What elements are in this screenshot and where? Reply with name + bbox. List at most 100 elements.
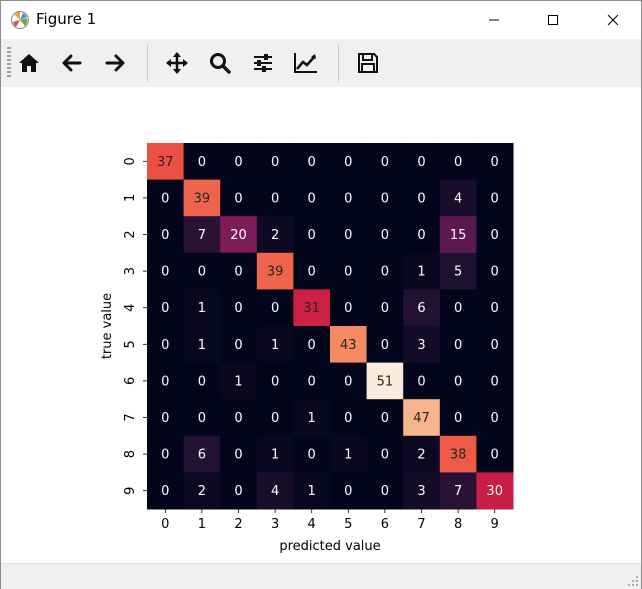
cell-annotation: 0 [381, 301, 389, 316]
arrow-left-icon [62, 54, 82, 72]
cell-annotation: 37 [157, 155, 174, 170]
x-tick-label: 3 [271, 517, 279, 532]
cell-annotation: 47 [413, 411, 430, 426]
cell-annotation: 4 [454, 191, 462, 206]
cell-annotation: 1 [308, 411, 316, 426]
cell-annotation: 0 [491, 374, 499, 389]
x-tick-label: 9 [491, 517, 499, 532]
cell-annotation: 0 [161, 374, 169, 389]
cell-annotation: 0 [491, 448, 499, 463]
minimize-icon [489, 19, 499, 21]
cell-annotation: 0 [308, 338, 316, 353]
cell-annotation: 0 [234, 411, 242, 426]
cell-annotation: 0 [454, 338, 462, 353]
y-tick-label: 3 [123, 267, 138, 275]
cell-annotation: 0 [417, 374, 425, 389]
cell-annotation: 0 [234, 484, 242, 499]
cell-annotation: 1 [417, 265, 425, 280]
cell-annotation: 39 [267, 265, 284, 280]
cell-annotation: 0 [344, 191, 352, 206]
maximize-button[interactable] [530, 1, 576, 39]
cell-annotation: 0 [381, 228, 389, 243]
cell-annotation: 0 [271, 411, 279, 426]
cell-annotation: 0 [454, 301, 462, 316]
cell-annotation: 3 [417, 338, 425, 353]
y-tick-label: 4 [123, 304, 138, 312]
cell-annotation: 2 [417, 448, 425, 463]
cell-annotation: 0 [381, 265, 389, 280]
cell-annotation: 0 [344, 484, 352, 499]
cell-annotation: 2 [198, 484, 206, 499]
cell-annotation: 43 [340, 338, 357, 353]
cell-annotation: 0 [271, 191, 279, 206]
arrow-right-icon [105, 54, 125, 72]
x-tick-label: 8 [454, 517, 462, 532]
cell-annotation: 30 [486, 484, 503, 499]
cell-annotation: 1 [198, 338, 206, 353]
cell-annotation: 0 [454, 374, 462, 389]
cell-annotation: 0 [271, 155, 279, 170]
cell-annotation: 1 [308, 484, 316, 499]
resize-grip-icon[interactable] [627, 575, 639, 587]
cell-annotation: 5 [454, 265, 462, 280]
close-button[interactable] [590, 1, 636, 39]
cell-annotation: 0 [491, 265, 499, 280]
cell-annotation: 0 [234, 338, 242, 353]
cell-annotation: 0 [344, 301, 352, 316]
zoom-button[interactable] [204, 47, 236, 79]
minimize-button[interactable] [471, 1, 517, 39]
toolbar-grip[interactable] [7, 47, 11, 79]
cell-annotation: 0 [308, 155, 316, 170]
cell-annotation: 0 [491, 155, 499, 170]
cell-annotation: 0 [417, 191, 425, 206]
cell-annotation: 31 [303, 301, 320, 316]
toolbar-separator [147, 44, 148, 82]
cell-annotation: 4 [271, 484, 279, 499]
cell-annotation: 0 [381, 411, 389, 426]
cell-annotation: 1 [198, 301, 206, 316]
home-button[interactable] [13, 47, 45, 79]
save-button[interactable] [352, 47, 384, 79]
cell-annotation: 0 [308, 374, 316, 389]
cell-annotation: 0 [308, 265, 316, 280]
cell-annotation: 0 [161, 265, 169, 280]
cell-annotation: 6 [417, 301, 425, 316]
cell-annotation: 0 [198, 374, 206, 389]
status-bar [1, 563, 641, 589]
cell-annotation: 0 [234, 448, 242, 463]
cell-annotation: 0 [491, 301, 499, 316]
cell-annotation: 0 [161, 228, 169, 243]
title-bar: Figure 1 [1, 1, 641, 39]
toolbar-separator [338, 44, 339, 82]
forward-button[interactable] [99, 47, 131, 79]
cell-annotation: 1 [271, 448, 279, 463]
y-axis-label: true value [100, 293, 115, 359]
edit-axes-button[interactable] [290, 47, 322, 79]
back-button[interactable] [56, 47, 88, 79]
cell-annotation: 20 [230, 228, 247, 243]
cell-annotation: 0 [161, 484, 169, 499]
close-icon [607, 14, 619, 26]
cell-annotation: 0 [234, 301, 242, 316]
sliders-icon [254, 54, 272, 72]
cell-annotation: 0 [161, 411, 169, 426]
configure-subplots-button[interactable] [247, 47, 279, 79]
y-tick-label: 7 [123, 413, 138, 421]
cell-annotation: 0 [161, 338, 169, 353]
floppy-disk-icon [358, 53, 378, 73]
confusion-matrix-heatmap: 37 0 0 0 0 0 0 0 0 00 39 0 0 0 0 0 0 4 00 7 20 2 0 0 0 0 15 00 0 0 39 0… [100, 143, 514, 554]
cell-annotation: 1 [271, 338, 279, 353]
figure-canvas[interactable]: 37 0 0 0 0 0 0 0 0 0 0 39 0 0 0 0 0 0 4 0 0 7 20 2 0 0 0 0 15 0 0 0 0 39 0… [1, 87, 641, 563]
pan-button[interactable] [161, 47, 193, 79]
cell-annotation: 0 [454, 155, 462, 170]
cell-annotation: 6 [198, 448, 206, 463]
x-tick-label: 4 [308, 517, 316, 532]
cell-annotation: 0 [308, 228, 316, 243]
cell-annotation: 0 [381, 448, 389, 463]
y-tick-label: 9 [123, 487, 138, 495]
cell-annotation: 39 [194, 191, 211, 206]
cell-annotation: 0 [344, 228, 352, 243]
x-tick-label: 2 [234, 517, 242, 532]
cell-annotation: 0 [271, 374, 279, 389]
cell-annotation: 0 [234, 155, 242, 170]
